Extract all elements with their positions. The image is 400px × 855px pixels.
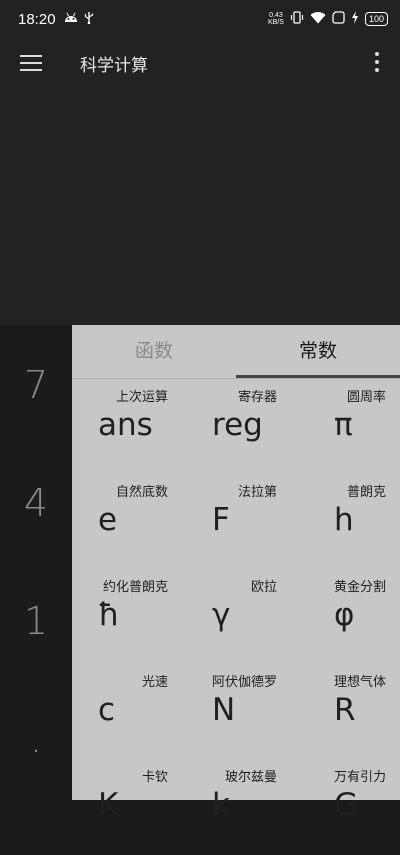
calculator-display <box>0 88 400 325</box>
constant-label: 卡钦 <box>141 770 168 785</box>
constant-symbol: reg <box>212 407 263 443</box>
vibrate-icon <box>290 10 304 28</box>
charging-icon <box>351 10 359 28</box>
menu-icon[interactable] <box>20 55 42 71</box>
constant-symbol: ħ <box>98 597 120 633</box>
page-title: 科学计算 <box>80 55 148 76</box>
battery-indicator: 100 <box>364 12 388 26</box>
constant-label: 寄存器 <box>237 390 277 405</box>
key-decimal[interactable]: . <box>0 717 72 761</box>
constant-symbol: γ <box>212 597 231 633</box>
constant-symbol: k <box>212 787 230 823</box>
status-bar: 18:20 0.43 KB/S 100 <box>0 0 400 38</box>
constant-avogadro[interactable]: 阿伏伽德罗 N <box>181 668 290 760</box>
constant-label: 理想气体 <box>333 675 386 690</box>
constant-symbol: N <box>212 692 236 728</box>
net-speed: 0.43 KB/S <box>268 12 284 26</box>
constant-boltzmann[interactable]: 玻尔兹曼 k <box>181 763 290 855</box>
wifi-icon <box>310 11 326 28</box>
key-7[interactable]: 7 <box>0 363 72 407</box>
constant-euler[interactable]: 欧拉 γ <box>181 573 290 665</box>
constant-reg[interactable]: 寄存器 reg <box>181 383 290 475</box>
constant-golden-ratio[interactable]: 黄金分割 φ <box>290 573 399 665</box>
constant-symbol: F <box>212 502 230 538</box>
constant-label: 阿伏伽德罗 <box>211 675 277 690</box>
constant-symbol: G <box>334 787 359 823</box>
constant-symbol: π <box>334 407 353 443</box>
constant-label: 自然底数 <box>115 485 168 500</box>
constant-label: 普朗克 <box>346 485 386 500</box>
usb-icon <box>84 11 94 27</box>
constant-gas-constant[interactable]: 理想气体 R <box>290 668 399 760</box>
constant-label: 玻尔兹曼 <box>224 770 277 785</box>
constant-symbol: h <box>334 502 354 538</box>
constant-reduced-planck[interactable]: 约化普朗克 ħ <box>72 573 181 665</box>
constant-symbol: c <box>98 692 116 728</box>
constant-faraday[interactable]: 法拉第 F <box>181 478 290 570</box>
tab-divider <box>72 378 400 379</box>
more-vert-icon[interactable] <box>374 52 380 74</box>
constant-light-speed[interactable]: 光速 c <box>72 668 181 760</box>
tab-constants[interactable]: 常数 <box>236 325 400 377</box>
constant-label: 万有引力 <box>333 770 386 785</box>
constant-gravitational[interactable]: 万有引力 G <box>290 763 399 855</box>
net-speed-unit: KB/S <box>268 19 284 26</box>
constant-label: 圆周率 <box>346 390 386 405</box>
android-icon <box>64 12 78 26</box>
constant-planck[interactable]: 普朗克 h <box>290 478 399 570</box>
constant-label: 欧拉 <box>250 580 277 595</box>
constant-ans[interactable]: 上次运算 ans <box>72 383 181 475</box>
tab-functions[interactable]: 函数 <box>72 325 236 377</box>
status-time: 18:20 <box>18 10 56 28</box>
constant-label: 光速 <box>141 675 168 690</box>
constant-label: 约化普朗克 <box>102 580 168 595</box>
number-keypad: 7 4 1 . <box>0 325 72 800</box>
sim-icon <box>332 10 345 28</box>
constant-pi[interactable]: 圆周率 π <box>290 383 399 475</box>
constant-symbol: φ <box>334 597 355 633</box>
key-1[interactable]: 1 <box>0 599 72 643</box>
constant-symbol: K <box>98 787 119 823</box>
constant-e[interactable]: 自然底数 e <box>72 478 181 570</box>
panel-tabs: 函数 常数 <box>72 325 400 379</box>
constant-symbol: ans <box>98 407 153 443</box>
net-speed-value: 0.43 <box>269 12 283 19</box>
key-4[interactable]: 4 <box>0 481 72 525</box>
constant-khinchin[interactable]: 卡钦 K <box>72 763 181 855</box>
constant-label: 法拉第 <box>237 485 277 500</box>
constant-symbol: R <box>334 692 356 728</box>
advanced-panel: 函数 常数 上次运算 ans 寄存器 reg 圆周率 π 自然底数 e 法拉第 F 普朗克 h 约化普朗… <box>72 325 400 823</box>
constant-symbol: e <box>98 502 118 538</box>
constant-label: 黄金分割 <box>333 580 386 595</box>
constant-label: 上次运算 <box>115 390 168 405</box>
app-toolbar: 科学计算 <box>0 38 400 88</box>
